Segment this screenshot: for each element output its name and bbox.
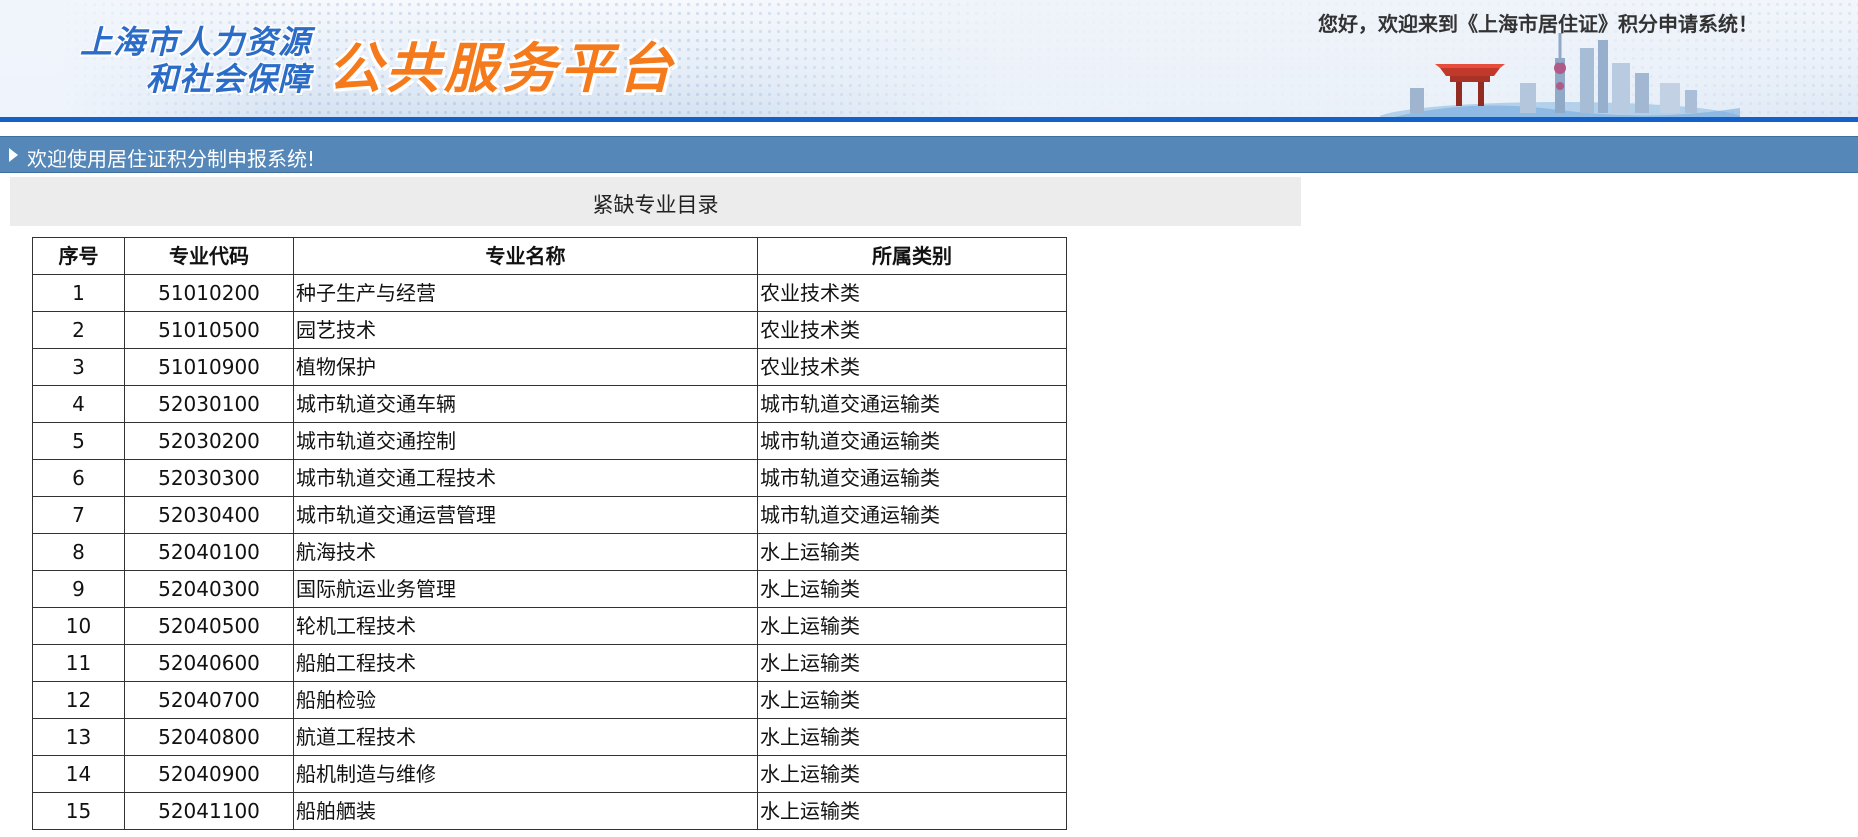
cell-name: 城市轨道交通运营管理 — [293, 496, 758, 534]
column-header-name: 专业名称 — [293, 237, 758, 275]
table-row: 8 52040100 航海技术 水上运输类 — [32, 533, 1067, 571]
cell-index: 5 — [32, 422, 125, 460]
table-row: 3 51010900 植物保护 农业技术类 — [32, 348, 1067, 386]
cell-category: 水上运输类 — [757, 755, 1067, 793]
cell-name: 种子生产与经营 — [293, 274, 758, 312]
cell-code: 52040900 — [124, 755, 294, 793]
cell-index: 8 — [32, 533, 125, 571]
cell-code: 51010900 — [124, 348, 294, 386]
section-title: 紧缺专业目录 — [592, 193, 719, 217]
table-row: 6 52030300 城市轨道交通工程技术 城市轨道交通运输类 — [32, 459, 1067, 497]
header-banner: 上海市人力资源 和社会保障 公共服务平台 您好，欢迎来到《上海市居住证》积分申请… — [0, 0, 1858, 122]
table-row: 9 52040300 国际航运业务管理 水上运输类 — [32, 570, 1067, 608]
cell-category: 农业技术类 — [757, 348, 1067, 386]
table-row: 12 52040700 船舶检验 水上运输类 — [32, 681, 1067, 719]
column-header-code: 专业代码 — [124, 237, 294, 275]
cell-code: 52030400 — [124, 496, 294, 534]
cell-category: 水上运输类 — [757, 644, 1067, 682]
table-row: 7 52030400 城市轨道交通运营管理 城市轨道交通运输类 — [32, 496, 1067, 534]
cell-code: 51010500 — [124, 311, 294, 349]
cell-index: 14 — [32, 755, 125, 793]
welcome-message: 您好，欢迎来到《上海市居住证》积分申请系统！ — [1318, 12, 1758, 36]
table-row: 14 52040900 船机制造与维修 水上运输类 — [32, 755, 1067, 793]
cell-category: 水上运输类 — [757, 792, 1067, 830]
cell-code: 52030200 — [124, 422, 294, 460]
table-row: 5 52030200 城市轨道交通控制 城市轨道交通运输类 — [32, 422, 1067, 460]
nav-welcome-text: 欢迎使用居住证积分制申报系统! — [27, 147, 316, 171]
cell-code: 52040800 — [124, 718, 294, 756]
cell-name: 城市轨道交通工程技术 — [293, 459, 758, 497]
cell-name: 国际航运业务管理 — [293, 570, 758, 608]
major-catalog-table: 序号 专业代码 专业名称 所属类别 1 51010200 种子生产与经营 农业技术类 2… — [32, 237, 1067, 830]
nav-bar: 欢迎使用居住证积分制申报系统! — [0, 136, 1858, 173]
cell-name: 航道工程技术 — [293, 718, 758, 756]
page: 上海市人力资源 和社会保障 公共服务平台 您好，欢迎来到《上海市居住证》积分申请… — [0, 0, 1858, 837]
cell-category: 水上运输类 — [757, 570, 1067, 608]
cell-code: 52030300 — [124, 459, 294, 497]
table-row: 4 52030100 城市轨道交通车辆 城市轨道交通运输类 — [32, 385, 1067, 423]
table-row: 10 52040500 轮机工程技术 水上运输类 — [32, 607, 1067, 645]
table-row: 2 51010500 园艺技术 农业技术类 — [32, 311, 1067, 349]
caret-right-icon — [9, 148, 18, 162]
cell-name: 植物保护 — [293, 348, 758, 386]
cell-index: 12 — [32, 681, 125, 719]
cell-index: 9 — [32, 570, 125, 608]
cell-code: 52040100 — [124, 533, 294, 571]
table-row: 1 51010200 种子生产与经营 农业技术类 — [32, 274, 1067, 312]
table-row: 11 52040600 船舶工程技术 水上运输类 — [32, 644, 1067, 682]
platform-title: 公共服务平台 — [328, 37, 676, 100]
table-body: 1 51010200 种子生产与经营 农业技术类 2 51010500 园艺技术 农业技术类 3… — [32, 274, 1067, 830]
cell-index: 10 — [32, 607, 125, 645]
cell-index: 7 — [32, 496, 125, 534]
cell-index: 13 — [32, 718, 125, 756]
table-header-row: 序号 专业代码 专业名称 所属类别 — [32, 237, 1067, 275]
column-header-index: 序号 — [32, 237, 125, 275]
section-header: 紧缺专业目录 — [10, 177, 1301, 226]
city-skyline-image — [1380, 33, 1740, 122]
cell-category: 农业技术类 — [757, 311, 1067, 349]
cell-name: 船舶检验 — [293, 681, 758, 719]
cell-name: 园艺技术 — [293, 311, 758, 349]
cell-category: 水上运输类 — [757, 533, 1067, 571]
cell-index: 2 — [32, 311, 125, 349]
cell-category: 城市轨道交通运输类 — [757, 459, 1067, 497]
cell-category: 城市轨道交通运输类 — [757, 385, 1067, 423]
cell-name: 船机制造与维修 — [293, 755, 758, 793]
cell-index: 6 — [32, 459, 125, 497]
cell-index: 15 — [32, 792, 125, 830]
cell-category: 城市轨道交通运输类 — [757, 422, 1067, 460]
cell-index: 3 — [32, 348, 125, 386]
cell-code: 52040600 — [124, 644, 294, 682]
cell-name: 船舶舾装 — [293, 792, 758, 830]
cell-index: 1 — [32, 274, 125, 312]
cell-category: 水上运输类 — [757, 681, 1067, 719]
cell-code: 52040500 — [124, 607, 294, 645]
cell-code: 51010200 — [124, 274, 294, 312]
cell-code: 52040700 — [124, 681, 294, 719]
cell-category: 农业技术类 — [757, 274, 1067, 312]
table-row: 13 52040800 航道工程技术 水上运输类 — [32, 718, 1067, 756]
logo-line-2: 和社会保障 — [146, 60, 312, 98]
cell-name: 航海技术 — [293, 533, 758, 571]
table-row: 15 52041100 船舶舾装 水上运输类 — [32, 792, 1067, 830]
cell-name: 城市轨道交通控制 — [293, 422, 758, 460]
cell-code: 52030100 — [124, 385, 294, 423]
cell-name: 船舶工程技术 — [293, 644, 758, 682]
cell-name: 轮机工程技术 — [293, 607, 758, 645]
cell-index: 4 — [32, 385, 125, 423]
cell-index: 11 — [32, 644, 125, 682]
cell-code: 52041100 — [124, 792, 294, 830]
cell-category: 水上运输类 — [757, 607, 1067, 645]
banner-divider — [0, 117, 1858, 122]
column-header-category: 所属类别 — [757, 237, 1067, 275]
cell-category: 城市轨道交通运输类 — [757, 496, 1067, 534]
cell-category: 水上运输类 — [757, 718, 1067, 756]
cell-name: 城市轨道交通车辆 — [293, 385, 758, 423]
cell-code: 52040300 — [124, 570, 294, 608]
